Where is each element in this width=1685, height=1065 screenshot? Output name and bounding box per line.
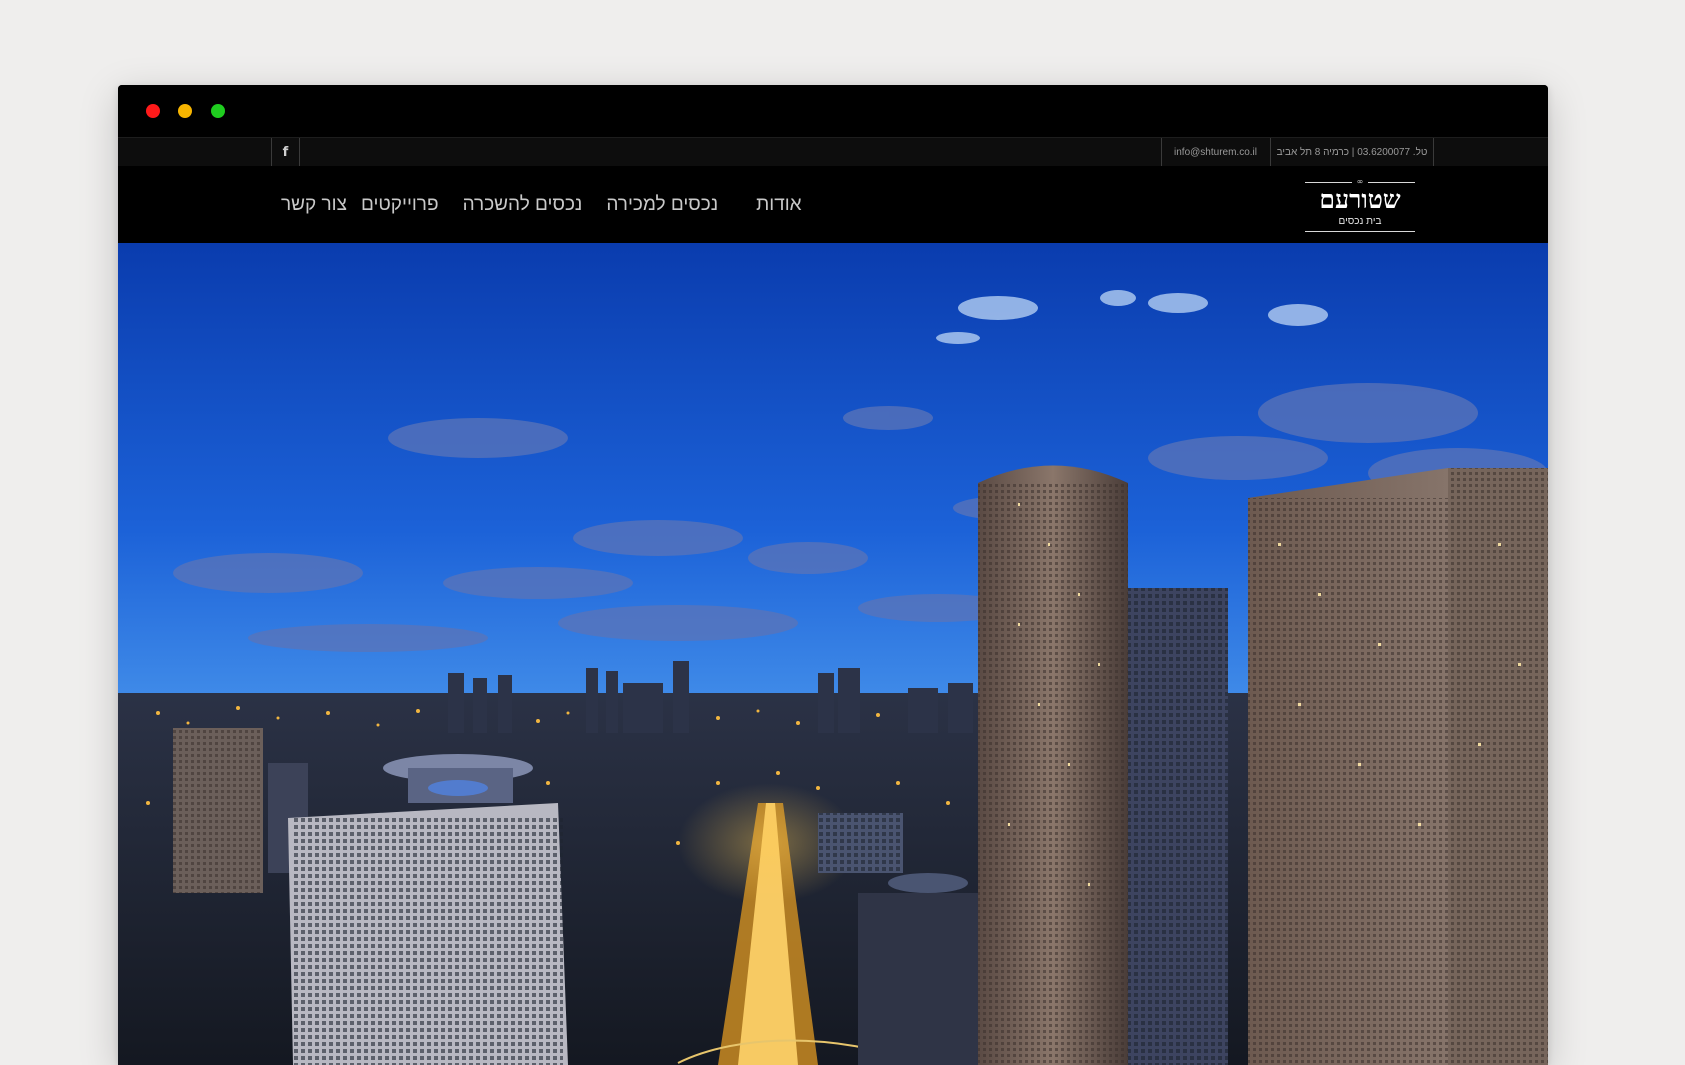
city-skyline-illustration — [118, 243, 1548, 1065]
nav-item-contact[interactable]: צור קשר — [281, 194, 347, 216]
logo-subtitle: בית נכסים — [1338, 216, 1382, 227]
nav-item-about[interactable]: אודות — [756, 194, 801, 216]
logo-name: שטורעם — [1319, 185, 1401, 214]
nav-item-for-rent[interactable]: נכסים להשכרה — [463, 194, 583, 216]
facebook-link[interactable]: f — [271, 138, 300, 166]
nav-item-projects[interactable]: פרוייקטים — [361, 194, 439, 216]
site-header: אודות נכסים למכירה נכסים להשכרה פרוייקטי… — [118, 166, 1548, 243]
site-logo[interactable]: ∞ שטורעם בית נכסים — [1305, 177, 1415, 235]
facebook-icon: f — [282, 144, 289, 160]
close-window-button[interactable] — [146, 104, 160, 118]
minimize-window-button[interactable] — [178, 104, 192, 118]
main-nav: אודות נכסים למכירה נכסים להשכרה פרוייקטי… — [281, 166, 802, 243]
maximize-window-button[interactable] — [211, 104, 225, 118]
hero-image — [118, 243, 1548, 1065]
contact-info: טל. 03.6200077 | כרמיה 8 תל אביב — [1270, 138, 1434, 166]
browser-window: f info@shturem.co.il טל. 03.6200077 | כר… — [118, 85, 1548, 1065]
window-titlebar — [118, 85, 1548, 137]
logo-divider — [1305, 231, 1415, 232]
top-info-bar: f info@shturem.co.il טל. 03.6200077 | כר… — [118, 137, 1548, 167]
email-link[interactable]: info@shturem.co.il — [1161, 138, 1269, 166]
nav-item-for-sale[interactable]: נכסים למכירה — [606, 194, 718, 216]
